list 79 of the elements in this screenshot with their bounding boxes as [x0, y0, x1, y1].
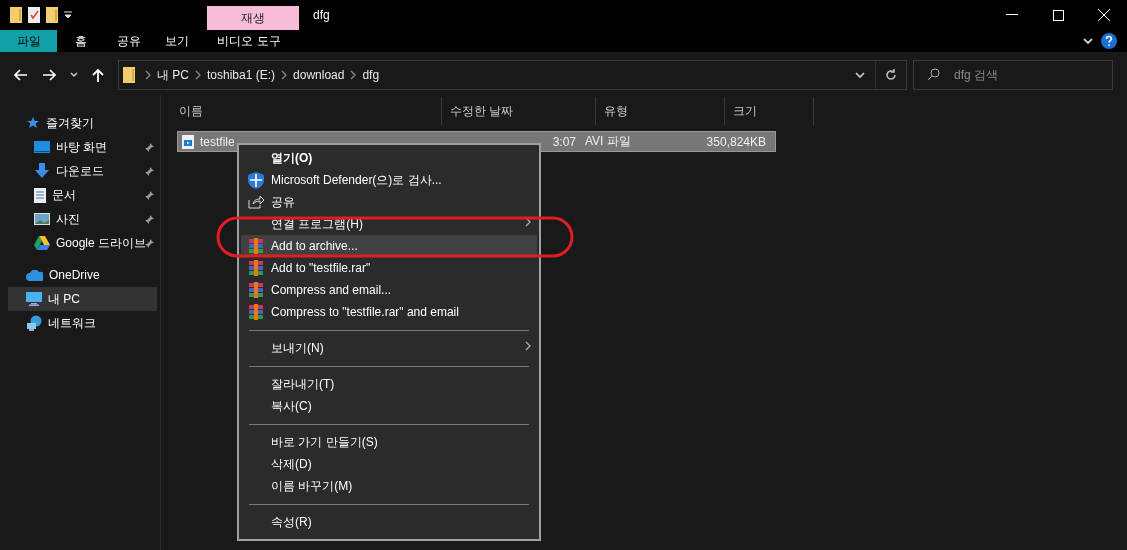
sidebar-item[interactable]: 다운로드	[8, 159, 157, 183]
video-file-icon	[182, 134, 194, 149]
maximize-icon	[1052, 9, 1064, 21]
cloud-icon	[26, 269, 43, 281]
chevron-right-icon	[145, 70, 151, 80]
ribbon-tab[interactable]: 공유	[105, 30, 153, 52]
archive-books-icon	[248, 238, 264, 254]
archive-books-icon	[248, 304, 264, 320]
column-header[interactable]: 이름	[171, 97, 442, 125]
menu-item[interactable]: 보내기(N)	[241, 337, 537, 359]
ribbon-tab[interactable]: 홈	[57, 30, 105, 52]
table-cell: 3:07	[552, 134, 576, 149]
sidebar-item[interactable]: 즐겨찾기	[8, 111, 157, 135]
document-icon	[34, 187, 46, 203]
chevron-right-icon	[195, 70, 201, 80]
menu-item[interactable]: 속성(R)	[241, 511, 537, 533]
triangle-logo-icon	[34, 236, 50, 250]
breadcrumb[interactable]: dfg	[362, 68, 380, 82]
chevron-right-icon	[350, 70, 357, 80]
breadcrumb[interactable]: toshiba1 (E:)	[207, 68, 276, 82]
column-header[interactable]: 유형	[596, 97, 725, 125]
star-icon	[26, 116, 40, 130]
refresh-icon	[885, 69, 897, 81]
table-cell: AVI 파일	[585, 133, 631, 150]
menu-item[interactable]: 이름 바꾸기(M)	[241, 475, 537, 497]
sidebar-item[interactable]: OneDrive	[8, 263, 157, 287]
shield-icon	[248, 171, 264, 189]
menu-item[interactable]: 복사(C)	[241, 395, 537, 417]
menu-item[interactable]: Compress and email...	[241, 279, 537, 301]
search-field[interactable]: dfg 검색	[913, 60, 1113, 90]
table-cell: 350,824KB	[706, 134, 766, 149]
computer-icon	[26, 292, 42, 306]
desktop-icon	[34, 141, 50, 153]
menu-item[interactable]: 바로 가기 만들기(S)	[241, 431, 537, 453]
help-icon[interactable]	[1101, 33, 1117, 49]
menu-item[interactable]: 공유	[241, 191, 537, 213]
menu-item[interactable]: 연결 프로그램(H)	[241, 213, 537, 235]
menu-item[interactable]: Compress to "testfile.rar" and email	[241, 301, 537, 323]
archive-books-icon	[248, 282, 264, 298]
close-icon	[1098, 9, 1110, 21]
context-tab-header: 재생	[207, 6, 299, 30]
chevron-right-icon	[281, 70, 288, 80]
chevron-down-icon[interactable]	[1083, 37, 1093, 45]
image-icon	[34, 213, 50, 225]
column-header[interactable]: 수정한 날짜	[442, 97, 596, 125]
archive-books-icon	[248, 260, 264, 276]
menu-item[interactable]: 삭제(D)	[241, 453, 537, 475]
window-title: dfg	[312, 7, 331, 24]
sidebar-item[interactable]: 바탕 화면	[8, 135, 157, 159]
ribbon-tab[interactable]: 비디오 도구	[203, 30, 295, 52]
address-bar[interactable]: 내 PC toshiba1 (E:) download dfg	[118, 60, 907, 90]
dropdown-icon[interactable]	[64, 11, 72, 19]
network-icon	[26, 315, 42, 331]
share-icon	[248, 195, 264, 209]
folder-icon	[46, 7, 58, 23]
breadcrumb[interactable]: download	[293, 68, 345, 82]
folder-icon	[10, 7, 22, 23]
column-header[interactable]: 크기	[725, 97, 814, 125]
menu-item[interactable]: 잘라내기(T)	[241, 373, 537, 395]
file-name: testfile	[200, 134, 235, 149]
menu-item[interactable]: Add to "testfile.rar"	[241, 257, 537, 279]
chevron-right-icon	[525, 217, 531, 227]
breadcrumb[interactable]: 내 PC	[157, 66, 189, 84]
ribbon-tab[interactable]: 보기	[153, 30, 201, 52]
sidebar-item[interactable]: 내 PC	[8, 287, 157, 311]
chevron-right-icon	[525, 341, 531, 351]
sidebar-item[interactable]: Google 드라이브	[8, 231, 157, 255]
menu-item[interactable]: Microsoft Defender(으)로 검사...	[241, 169, 537, 191]
minimize-icon	[1006, 14, 1018, 16]
menu-item[interactable]: Add to archive...	[241, 235, 537, 257]
search-icon	[927, 68, 940, 81]
sidebar-item[interactable]: 문서	[8, 183, 157, 207]
checklist-icon	[28, 7, 40, 23]
sidebar-item[interactable]: 네트워크	[8, 311, 157, 335]
ribbon-tab[interactable]: 파일	[0, 30, 57, 52]
chevron-down-icon	[855, 71, 865, 79]
sidebar-item[interactable]: 사진	[8, 207, 157, 231]
folder-icon	[123, 67, 135, 83]
download-arrow-icon	[34, 163, 50, 179]
